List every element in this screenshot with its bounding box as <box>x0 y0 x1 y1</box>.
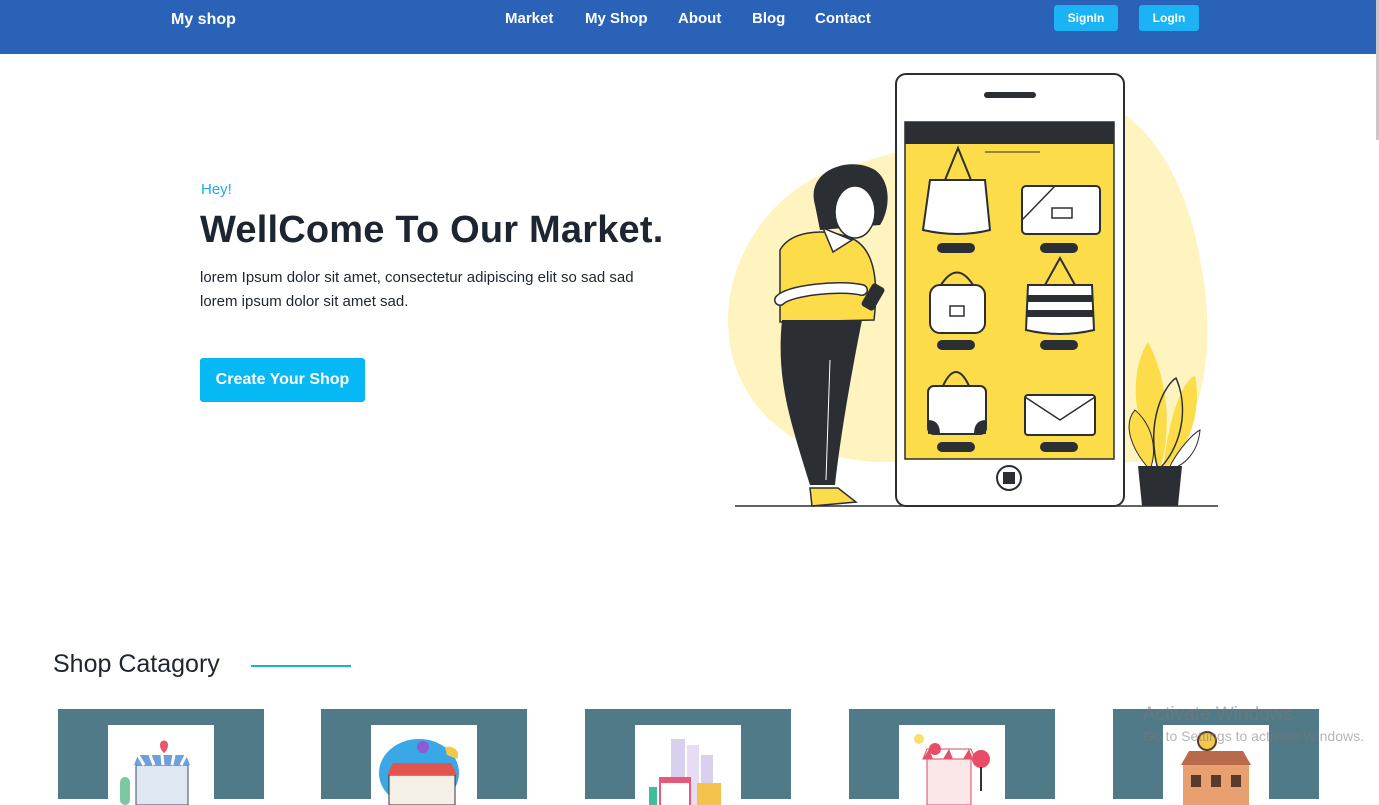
watermark-subtitle: Go to Settings to activate Windows. <box>1143 728 1364 744</box>
category-card[interactable] <box>849 709 1055 805</box>
section-title-underline <box>251 665 351 667</box>
store-icon <box>371 725 477 805</box>
hero-description: lorem Ipsum dolor sit amet, consectetur … <box>200 269 634 310</box>
watermark-title: Activate Windows <box>1143 704 1293 725</box>
category-card[interactable] <box>321 709 527 805</box>
category-card[interactable] <box>58 709 264 805</box>
nav-link-market[interactable]: Market <box>505 10 553 27</box>
category-card[interactable] <box>585 709 791 805</box>
nav-link-blog[interactable]: Blog <box>752 10 785 27</box>
shop-icon <box>108 725 214 805</box>
top-navbar: My shop Market My Shop About Blog Contac… <box>0 0 1379 54</box>
hero-shopping-illustration <box>728 73 1218 507</box>
nav-link-contact[interactable]: Contact <box>815 10 871 27</box>
nav-link-about[interactable]: About <box>678 10 721 27</box>
hero-title: WellCome To Our Market. <box>200 209 664 251</box>
windows-activation-watermark: Activate Windows Go to Settings to activ… <box>1143 704 1364 744</box>
brand-logo[interactable]: My shop <box>171 11 236 29</box>
nav-link-my-shop[interactable]: My Shop <box>585 10 648 27</box>
hero-greeting: Hey! <box>201 181 232 198</box>
create-shop-button[interactable]: Create Your Shop <box>200 358 365 402</box>
section-title-shop-category: Shop Catagory <box>53 650 220 678</box>
bakery-icon <box>899 725 1005 805</box>
login-button[interactable]: LogIn <box>1139 5 1199 31</box>
signin-button[interactable]: SignIn <box>1054 5 1118 31</box>
market-icon <box>635 725 741 805</box>
